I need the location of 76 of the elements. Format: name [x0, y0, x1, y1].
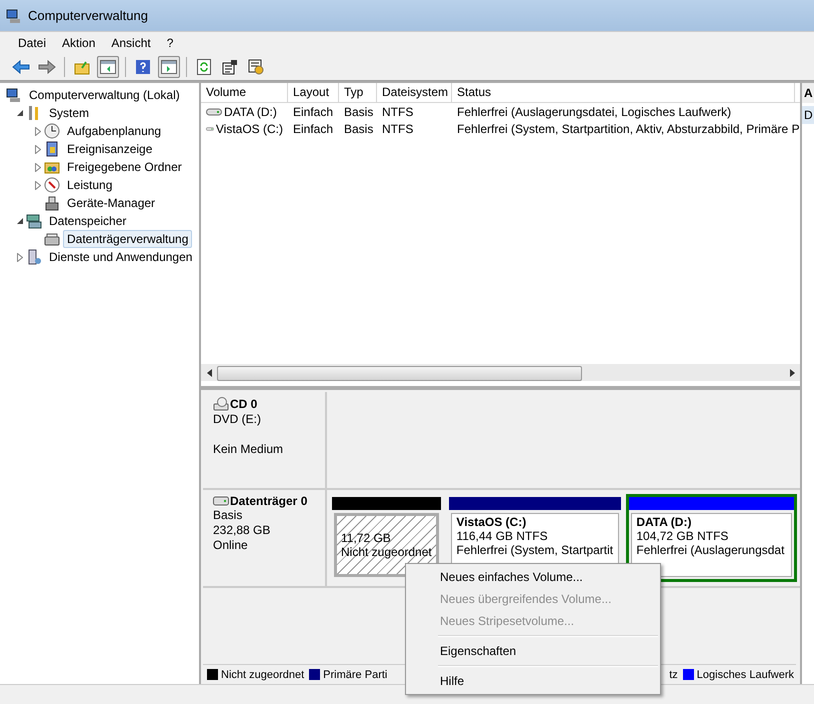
- disk-info: DVD (E:): [213, 412, 262, 427]
- cd-drive-icon: [213, 396, 229, 412]
- tree-item[interactable]: System: [45, 104, 94, 122]
- menu-item[interactable]: Ansicht: [103, 34, 159, 52]
- tree-item[interactable]: Geräte-Manager: [63, 194, 160, 212]
- horizontal-scrollbar[interactable]: [201, 364, 800, 381]
- partition-name: VistaOS (C:): [456, 515, 526, 529]
- storage-icon: [26, 213, 42, 229]
- expanded-arrow-icon[interactable]: [16, 110, 24, 116]
- partition-name: DATA (D:): [636, 515, 692, 529]
- expanded-arrow-icon[interactable]: [16, 218, 24, 224]
- tree-item[interactable]: Ereignisanzeige: [63, 140, 156, 158]
- legend-label: Primäre Parti: [323, 668, 388, 680]
- legend-label: Nicht zugeordnet: [221, 668, 304, 680]
- legend-label: Logisches Laufwerk: [696, 668, 794, 680]
- tree-item[interactable]: Freigegebene Ordner: [63, 158, 186, 176]
- column-header[interactable]: Dateisystem: [377, 83, 452, 102]
- collapsed-arrow-icon[interactable]: [35, 126, 41, 136]
- column-header[interactable]: Status: [452, 83, 795, 102]
- partition-status: Nicht zugeordnet: [341, 545, 432, 559]
- collapsed-arrow-icon[interactable]: [35, 144, 41, 154]
- partition-size: 11,72 GB: [341, 531, 391, 545]
- computer-icon: [6, 8, 22, 24]
- actions-header: A: [802, 83, 814, 103]
- column-header[interactable]: Layout: [288, 83, 339, 102]
- device-icon: [44, 195, 60, 211]
- window-title: Computerverwaltung: [28, 8, 148, 23]
- menu-item[interactable]: Datei: [10, 34, 54, 52]
- server-icon: [26, 249, 42, 265]
- partition[interactable]: DATA (D:) 104,72 GB NTFS Fehlerfrei (Auslagerungsdat: [626, 494, 797, 582]
- tree-item[interactable]: Datenspeicher: [45, 212, 130, 230]
- partition-status: Fehlerfrei (System, Startpartit: [456, 543, 614, 557]
- table-cell: Basis: [344, 104, 374, 118]
- partition-status: Fehlerfrei (Auslagerungsdat: [636, 543, 784, 557]
- partition-size: 104,72 GB NTFS: [636, 529, 728, 543]
- menu-item[interactable]: Eigenschaften: [408, 640, 658, 662]
- table-cell: DATA (D:): [224, 104, 277, 118]
- table-cell: Fehlerfrei (System, Startpartition, Aktiv, Absturzabbild, Primäre P: [457, 122, 800, 136]
- collapsed-arrow-icon[interactable]: [35, 162, 41, 172]
- computer-icon: [6, 87, 22, 103]
- table-cell: NTFS: [382, 104, 414, 118]
- tree-item[interactable]: Leistung: [63, 176, 116, 194]
- tree-item[interactable]: Aufgabenplanung: [63, 122, 166, 140]
- clock-icon: [44, 123, 60, 139]
- disk-name: CD 0: [230, 397, 258, 411]
- menu-item[interactable]: ?: [158, 34, 182, 52]
- pane-toggle-icon[interactable]: [97, 56, 119, 78]
- disk-info: Online: [213, 538, 249, 553]
- disk-drive-icon: [213, 496, 229, 506]
- table-cell: Einfach: [293, 104, 334, 118]
- table-cell: Fehlerfrei (Auslagerungsdatei, Logisches Laufwerk): [457, 104, 732, 118]
- disk-info: Kein Medium: [213, 442, 284, 457]
- partition-size: 116,44 GB NTFS: [456, 529, 548, 543]
- disk-drive-icon: [44, 231, 60, 247]
- table-cell: Basis: [344, 122, 374, 136]
- tree-item[interactable]: Datenträgerverwaltung: [63, 230, 192, 248]
- scroll-left-icon[interactable]: [206, 368, 212, 376]
- collapsed-arrow-icon[interactable]: [35, 180, 41, 190]
- column-header[interactable]: Typ: [339, 83, 377, 102]
- column-header[interactable]: Volume: [201, 83, 288, 102]
- menu-item[interactable]: Hilfe: [408, 670, 658, 692]
- menu-item[interactable]: Aktion: [54, 34, 104, 52]
- drive-icon: [206, 106, 222, 116]
- tree-item[interactable]: Computerverwaltung (Lokal): [25, 86, 184, 104]
- actions-item[interactable]: D: [802, 106, 814, 124]
- disk-info: Basis: [213, 508, 244, 523]
- table-cell: Einfach: [293, 122, 334, 136]
- pane-toggle-icon[interactable]: [158, 56, 180, 78]
- table-cell: NTFS: [382, 122, 414, 136]
- tree-item[interactable]: Dienste und Anwendungen: [45, 248, 196, 266]
- disk-info: 232,88 GB: [213, 523, 272, 538]
- disk-name: Datenträger 0: [230, 494, 308, 508]
- table-cell: VistaOS (C:): [216, 122, 283, 136]
- scroll-right-icon[interactable]: [790, 368, 794, 376]
- legend-label: tz: [669, 668, 678, 680]
- collapsed-arrow-icon[interactable]: [17, 252, 23, 262]
